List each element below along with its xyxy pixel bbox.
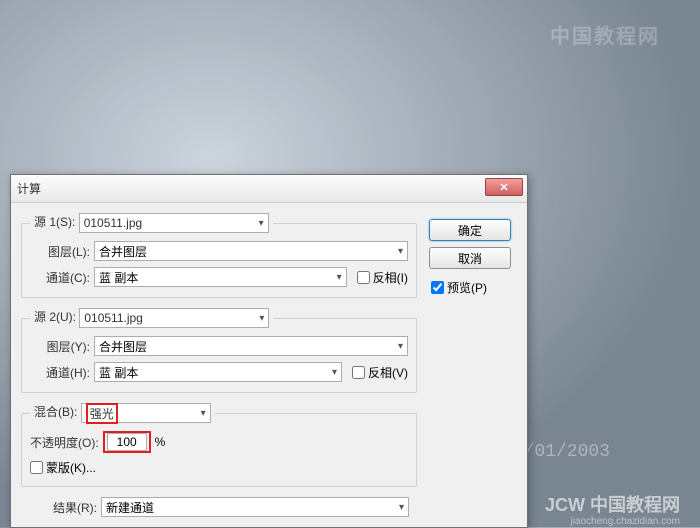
close-icon [500, 183, 508, 191]
mask-label: 蒙版(K)... [46, 459, 96, 476]
opacity-label: 不透明度(O): [30, 434, 99, 451]
result-select[interactable]: 新建通道 [101, 497, 409, 517]
watermark-bottom: JCW 中国教程网 [545, 491, 680, 517]
mask-checkbox[interactable] [30, 461, 43, 474]
source1-invert[interactable]: 反相(I) [357, 269, 408, 286]
source2-layer-select[interactable]: 合并图层 [94, 336, 408, 356]
source1-file-select[interactable]: 010511.jpg [79, 213, 269, 233]
source1-label: 源 1(S): [34, 215, 75, 229]
source2-legend: 源 2(U): 010511.jpg [30, 308, 273, 328]
titlebar[interactable]: 计算 [11, 175, 527, 203]
preview-label: 预览(P) [447, 279, 487, 296]
blend-legend: 混合(B): 强光 [30, 403, 215, 423]
close-button[interactable] [485, 178, 523, 196]
source2-channel-select[interactable]: 蓝 副本 [94, 362, 342, 382]
source1-channel-label: 通道(C): [30, 269, 90, 286]
source2-channel-label: 通道(H): [30, 364, 90, 381]
source1-layer-label: 图层(L): [30, 243, 90, 260]
opacity-input[interactable] [107, 433, 147, 451]
source2-invert-checkbox[interactable] [352, 366, 365, 379]
watermark-url: jiaocheng.chazidian.com [570, 516, 680, 527]
source1-legend: 源 1(S): 010511.jpg [30, 213, 273, 233]
source2-file-select[interactable]: 010511.jpg [79, 308, 269, 328]
result-label: 结果(R): [29, 499, 97, 516]
blend-mode-select[interactable]: 强光 [81, 403, 211, 423]
calculations-dialog: 计算 源 1(S): 010511.jpg 图层(L): 合并图层 通道(C):… [10, 174, 528, 528]
source1-group: 源 1(S): 010511.jpg 图层(L): 合并图层 通道(C): 蓝 … [21, 213, 417, 298]
ok-button[interactable]: 确定 [429, 219, 511, 241]
source2-label: 源 2(U): [34, 310, 76, 324]
source2-invert-label: 反相(V) [368, 364, 408, 381]
opacity-highlight [103, 431, 151, 453]
dialog-title: 计算 [17, 180, 41, 197]
source1-invert-checkbox[interactable] [357, 271, 370, 284]
source1-invert-label: 反相(I) [373, 269, 408, 286]
percent-label: % [155, 435, 166, 449]
preview-option[interactable]: 预览(P) [431, 279, 517, 296]
source1-channel-select[interactable]: 蓝 副本 [94, 267, 347, 287]
preview-checkbox[interactable] [431, 281, 444, 294]
blend-group: 混合(B): 强光 不透明度(O): % 蒙版(K)... [21, 403, 417, 487]
mask-option[interactable]: 蒙版(K)... [30, 459, 96, 476]
blend-label: 混合(B): [34, 405, 77, 419]
watermark-top: 中国教程网 [550, 20, 660, 49]
source1-layer-select[interactable]: 合并图层 [94, 241, 408, 261]
source2-invert[interactable]: 反相(V) [352, 364, 408, 381]
source2-layer-label: 图层(Y): [30, 338, 90, 355]
cancel-button[interactable]: 取消 [429, 247, 511, 269]
source2-group: 源 2(U): 010511.jpg 图层(Y): 合并图层 通道(H): 蓝 … [21, 308, 417, 393]
blend-mode-value: 强光 [86, 403, 118, 424]
